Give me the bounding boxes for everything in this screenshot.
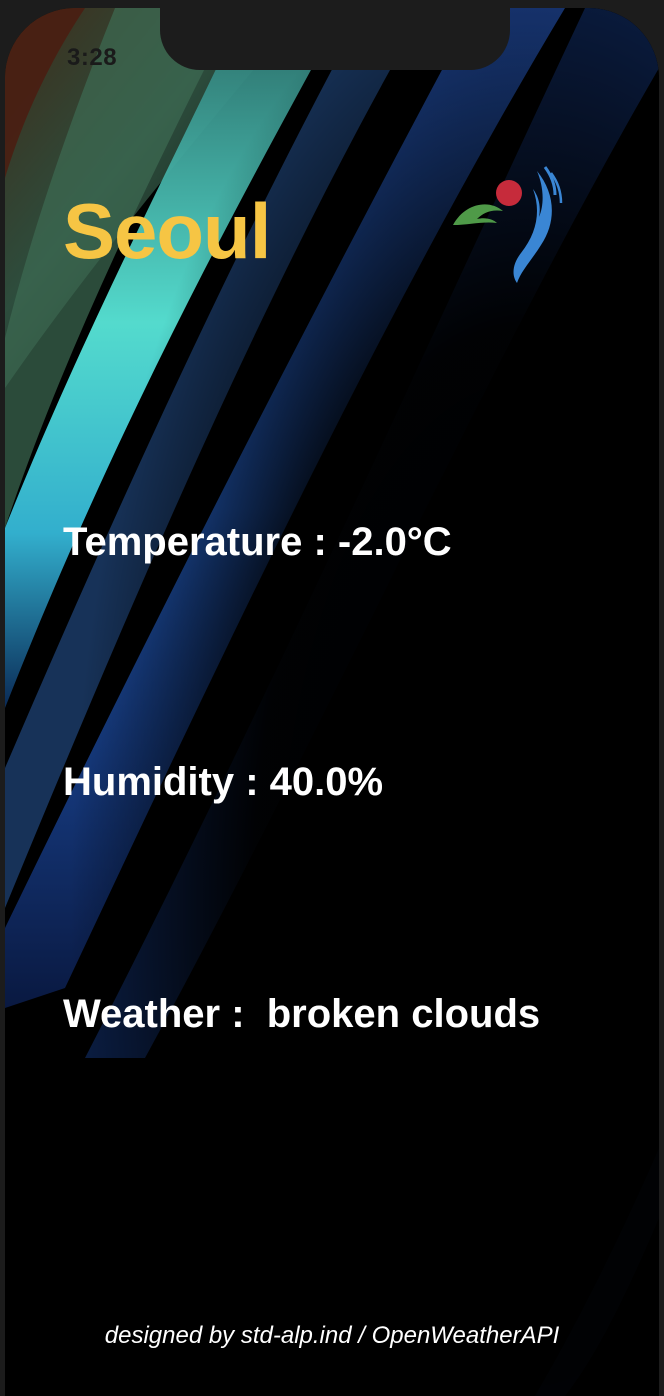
seoul-city-logo-icon: [453, 166, 563, 283]
phone-device: 3:28 Seoul Temperature : -2.0°C Humidity…: [0, 0, 664, 1396]
footer-credit: designed by std-alp.ind / OpenWeatherAPI: [104, 1322, 560, 1349]
weather-description-text: Weather : broken clouds: [63, 992, 541, 1036]
humidity-text: Humidity : 40.0%: [63, 760, 384, 804]
temperature-text: Temperature : -2.0°C: [63, 520, 452, 564]
status-bar-time: 3:28: [67, 44, 118, 71]
device-notch: [160, 8, 510, 70]
city-title: Seoul: [63, 187, 271, 275]
app-screen: 3:28 Seoul Temperature : -2.0°C Humidity…: [5, 8, 659, 1396]
